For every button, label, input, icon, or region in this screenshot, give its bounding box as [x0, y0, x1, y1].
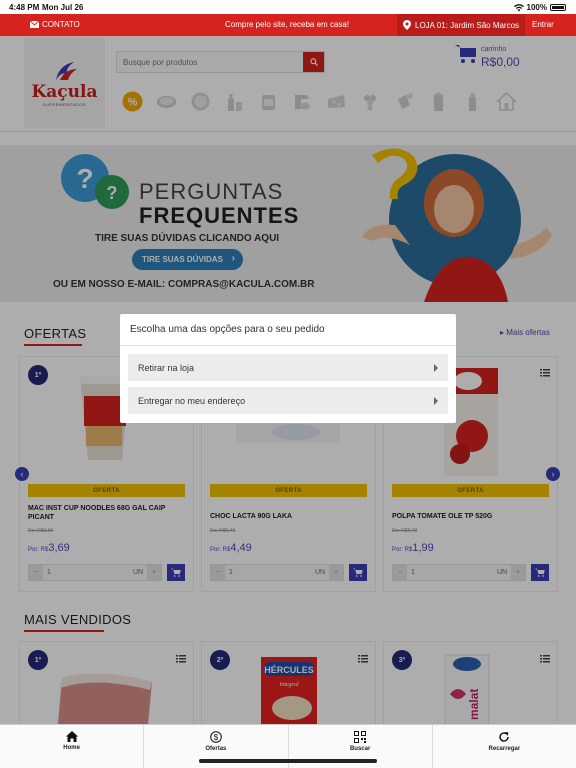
svg-text:$: $ — [214, 733, 219, 742]
home-icon — [65, 731, 78, 742]
battery-icon — [550, 4, 566, 11]
option-delivery-label: Entregar no meu endereço — [138, 395, 246, 406]
tab-recarregar[interactable]: Recarregar — [433, 725, 576, 768]
tab-recarregar-label: Recarregar — [488, 746, 521, 752]
qrcode-icon — [354, 731, 367, 743]
status-date: Mon Jul 26 — [42, 3, 84, 12]
reload-icon — [499, 732, 510, 742]
dollar-icon: $ — [210, 731, 222, 743]
tab-home[interactable]: Home — [0, 725, 145, 768]
login-link[interactable]: Entrar — [532, 20, 554, 29]
top-bar: CONTATO Compre pelo site, receba em casa… — [0, 14, 576, 36]
contato-link[interactable]: CONTATO — [30, 20, 80, 29]
status-time: 4:48 PM — [9, 3, 40, 12]
home-indicator — [199, 759, 377, 763]
option-pickup-label: Retirar na loja — [138, 362, 195, 373]
promo-text: Compre pelo site, receba em casa! — [225, 20, 350, 29]
store-label: LOJA 01: Jardim São Marcos — [415, 20, 520, 30]
option-pickup[interactable]: Retirar na loja — [128, 354, 448, 381]
caret-right-icon — [434, 397, 438, 405]
wifi-icon — [513, 3, 524, 11]
mail-icon — [30, 21, 39, 28]
store-selector[interactable]: LOJA 01: Jardim São Marcos — [397, 14, 526, 36]
location-pin-icon — [403, 20, 411, 30]
order-option-dialog: Escolha uma das opções para o seu pedido… — [120, 314, 456, 423]
tab-buscar-label: Buscar — [349, 746, 371, 752]
tab-home-label: Home — [63, 745, 80, 751]
dialog-divider — [120, 345, 456, 346]
dialog-title: Escolha uma das opções para o seu pedido — [130, 324, 325, 335]
battery-percent: 100% — [526, 3, 547, 12]
status-right: 100% — [513, 3, 566, 12]
tab-ofertas-label: Ofertas — [205, 746, 227, 752]
option-delivery[interactable]: Entregar no meu endereço — [128, 387, 448, 414]
status-bar: 4:48 PM Mon Jul 26 100% — [0, 0, 576, 14]
caret-right-icon — [434, 364, 438, 372]
contato-label: CONTATO — [42, 20, 80, 29]
